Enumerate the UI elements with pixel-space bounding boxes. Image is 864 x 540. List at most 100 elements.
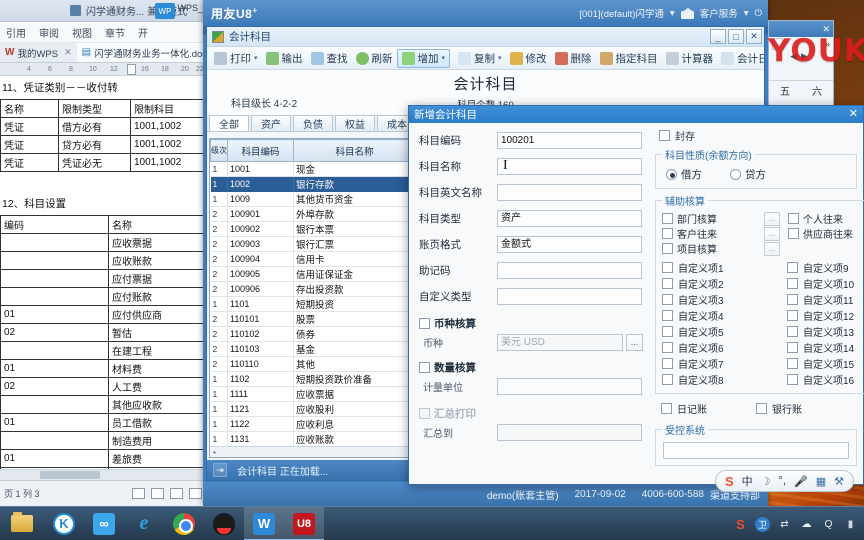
toolbar-button-print[interactable]: 打印 ▾ [210,49,262,68]
toolbar-button-calendar[interactable]: 会计日历 [717,49,764,68]
table-row-selected[interactable]: 1 1002 银行存款 [210,176,416,192]
grid-th-level[interactable]: 级次 [210,139,228,162]
taskbar-item-u8[interactable]: U8 [284,506,324,540]
table-row[interactable]: 1 1009 其他货币资金 [210,191,416,207]
grid-footer[interactable]: ▪ [210,446,416,457]
mnemonic-code-input[interactable] [497,262,642,279]
taskbar-item-chrome[interactable] [164,507,204,540]
unit-input[interactable] [497,377,642,395]
tab-equity[interactable]: 权益 [335,115,375,131]
controlled-system-control[interactable] [663,442,849,459]
custom-item-16[interactable]: 自定义项16 [787,371,864,387]
taskbar-item-qq[interactable] [204,507,244,540]
table-row[interactable]: 2 100901 外埠存款 [210,206,416,222]
custom-item-15[interactable]: 自定义项15 [787,355,864,371]
custom-type-select[interactable] [497,288,642,305]
table-row[interactable]: 1 1131 应收账款 [210,431,416,447]
toolbar-button-refresh[interactable]: 刷新 [352,49,397,68]
custom-item-2-checkbox[interactable] [662,277,673,289]
aux-project-accounting[interactable]: 项目核算 [662,241,762,256]
wps-ruler[interactable]: 4 6 8 10 12 16 18 20 22 [0,63,205,76]
control-unit[interactable] [497,377,642,395]
custom-item-10-checkbox[interactable] [787,277,798,289]
table-row[interactable]: 1 1102 短期投资跌价准备 [210,371,416,387]
wps-menubar[interactable]: 引用 审阅 视图 章节 开 [0,22,205,43]
qq-tray-icon[interactable]: Q [821,517,836,532]
wps-writer-window[interactable]: 闪学通财务... 兼容模式 WP WPS_ 引用 审阅 视图 章节 开 W 我的… [0,0,206,506]
view-mode-icon-2[interactable] [151,488,164,499]
aux-dept-accounting[interactable]: 部门核算 [662,211,762,226]
ruler-indent-handle[interactable] [127,64,136,75]
subject-english-name-input[interactable] [497,184,642,201]
aux-dept-browse-button[interactable]: ... [764,211,780,226]
calendar-nav[interactable]: ◀▶ [769,51,833,62]
table-row[interactable]: 2 100903 银行汇票 [210,236,416,252]
moon-icon[interactable]: ☽ [761,475,771,488]
custom-item-7-checkbox[interactable] [662,357,673,369]
close-icon[interactable]: ✕ [849,107,858,121]
wps-document-page[interactable]: 11、凭证类别－－收付转 名称 限制类型 限制科目 凭证 借方必有 1001,1… [0,76,205,480]
sync-icon[interactable]: ⇄ [777,517,792,532]
custom-item-8[interactable]: 自定义项8 [662,371,787,387]
subject-code-input[interactable]: 100201 [497,132,642,149]
toolbar-button-assign[interactable]: 指定科目 [596,49,662,68]
wps-menu-item-4[interactable]: 开 [138,25,148,40]
table-row[interactable]: 1 1101 短期投资 [210,296,416,312]
view-mode-icon-3[interactable] [170,488,183,499]
toolbar-button-export[interactable]: 输出 [262,49,307,68]
table-row[interactable]: 2 100906 存出投资款 [210,281,416,297]
control-currency[interactable]: 美元 USD ... [497,333,643,351]
wps-tab-document[interactable]: ▤ 闪学通财务业务一体化.doc [76,43,205,62]
table-row[interactable]: 1 1122 应收利息 [210,416,416,432]
radio-debit-icon[interactable] [666,169,677,180]
ime-mode-chinese[interactable]: 中 [742,473,753,489]
table-row[interactable]: 2 110101 股票 [210,311,416,327]
security-shield-icon[interactable]: 卫 [755,516,770,532]
window-controls[interactable]: _ □ ✕ [710,29,762,44]
taskbar-item-wps[interactable]: W [244,506,284,540]
custom-item-15-checkbox[interactable] [787,357,798,369]
aux-customer-browse-cell[interactable]: ... [764,226,786,241]
custom-item-14-checkbox[interactable] [787,341,798,353]
customer-service-link[interactable]: 客户服务 [700,6,738,20]
view-mode-icon-4[interactable] [189,488,202,499]
aux-dept-browse-cell[interactable]: ... [764,211,786,226]
close-button[interactable]: ✕ [746,29,762,44]
chevron-down-icon-add[interactable]: ▾ [442,54,446,62]
wps-document-tabs[interactable]: W 我的WPS ✕ ▤ 闪学通财务业务一体化.doc [0,43,205,63]
custom-item-10[interactable]: 自定义项10 [787,275,864,291]
aux-supplier-checkbox[interactable] [788,228,799,239]
network-icon[interactable]: ▮ [843,517,858,532]
currency-browse-button[interactable]: ... [626,333,643,351]
custom-item-5-checkbox[interactable] [662,325,673,337]
aux-personal-current[interactable]: 个人往来 [788,211,864,226]
custom-item-9[interactable]: 自定义项9 [787,259,864,275]
cloud-icon[interactable]: ☁ [799,517,814,532]
wps-tab-my-wps[interactable]: W 我的WPS ✕ [0,43,77,62]
taskbar-item-kingsoft[interactable]: K [44,507,84,540]
journal-account-cell[interactable]: 日记账 [661,400,756,416]
chevron-down-icon[interactable]: ▾ [254,54,258,62]
subject-table[interactable]: 级次 科目编码 科目名称 1 1001 现金 1 1002 银行存款 1 1009 其他货币… [210,139,416,457]
table-row[interactable]: 1 1121 应收股利 [210,401,416,417]
control-summary-to[interactable] [497,423,642,441]
subject-name-input[interactable] [497,158,642,175]
expand-icon[interactable]: » [825,39,830,49]
custom-item-11-checkbox[interactable] [787,293,798,305]
keyboard-icon[interactable]: ▦ [816,475,826,488]
toolbox-icon[interactable]: ⚒ [834,475,844,488]
seal-checkbox-row[interactable]: 封存 [653,127,859,143]
aux-project-checkbox[interactable] [662,243,673,254]
child-toolbar[interactable]: 打印 ▾ 输出 查找 刷新 增加 ▾ 复制 ▾ 修改 删除 指定科目 计算器 会… [207,47,764,70]
taskbar[interactable]: K ∞ e W U8 S 卫 ⇄ ☁ Q ▮ [0,506,864,540]
add-accounting-subject-dialog[interactable]: 新增会计科目 ✕ 科目编码 100201 科目名称 I 科目英文名称 科目类型 … [408,105,864,485]
start-button[interactable] [0,507,44,540]
system-tray[interactable]: S 卫 ⇄ ☁ Q ▮ [733,507,860,540]
custom-item-6-checkbox[interactable] [662,341,673,353]
control-subject-code[interactable]: 100201 [497,132,642,149]
custom-item-12-checkbox[interactable] [787,309,798,321]
currency-accounting-checkbox[interactable] [419,317,430,329]
custom-item-3-checkbox[interactable] [662,293,673,305]
control-subject-name[interactable]: I [497,158,642,175]
custom-item-14[interactable]: 自定义项14 [787,339,864,355]
